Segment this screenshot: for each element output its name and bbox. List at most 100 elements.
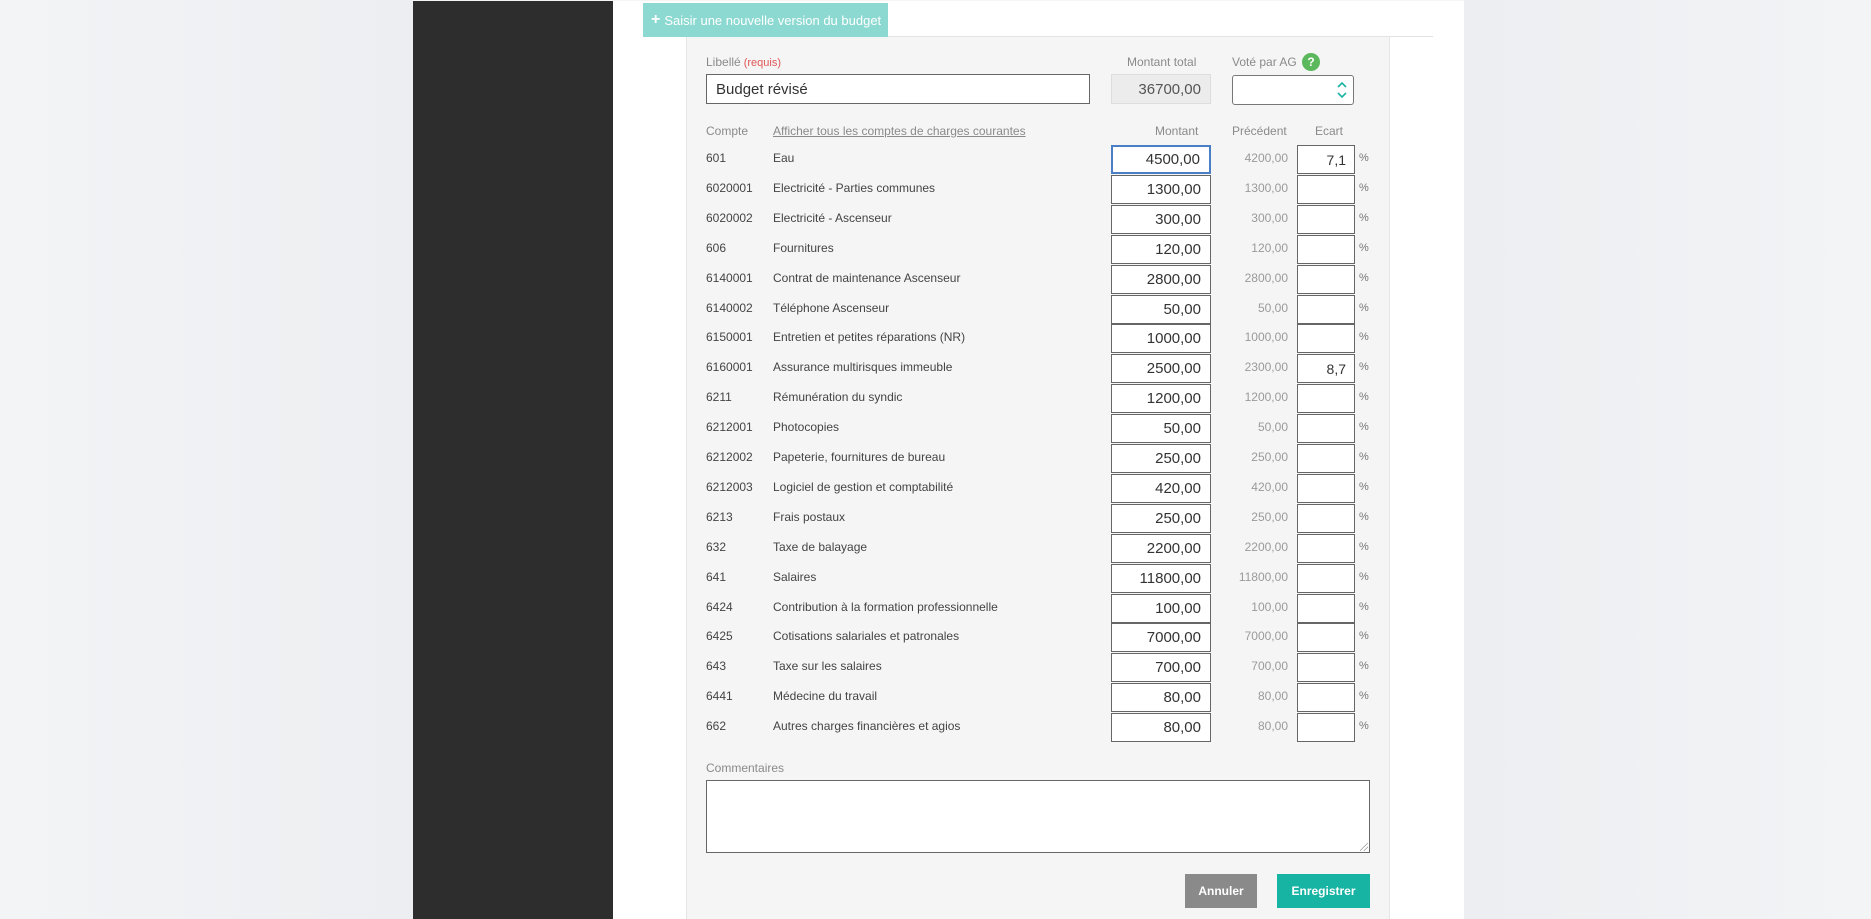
comments-textarea[interactable] (706, 780, 1370, 853)
amount-input[interactable]: 11800,00 (1111, 564, 1211, 593)
account-code: 662 (706, 719, 727, 733)
ecart-input[interactable] (1297, 265, 1355, 294)
percent-symbol: % (1359, 541, 1369, 553)
table-row: 601 Eau 4500,00 4200,00 7,1% (706, 143, 1376, 174)
table-row: 606 Fournitures 120,00 120,00% (706, 233, 1376, 264)
previous-amount: 1200,00 (1244, 390, 1288, 404)
amount-input[interactable]: 120,00 (1111, 235, 1211, 264)
ecart-input[interactable]: 7,1 (1297, 145, 1355, 174)
amount-input[interactable]: 2800,00 (1111, 265, 1211, 294)
ecart-input[interactable] (1297, 414, 1355, 443)
account-label: Contribution à la formation professionne… (773, 600, 998, 614)
amount-input[interactable]: 250,00 (1111, 444, 1211, 473)
previous-amount: 250,00 (1251, 450, 1288, 464)
account-label: Frais postaux (773, 510, 846, 524)
ecart-input[interactable] (1297, 295, 1355, 324)
ecart-input[interactable] (1297, 205, 1355, 234)
amount-input[interactable]: 1200,00 (1111, 384, 1211, 413)
account-label: Fournitures (773, 241, 834, 255)
ecart-input[interactable]: 8,7 (1297, 354, 1355, 383)
cancel-button[interactable]: Annuler (1185, 874, 1257, 908)
table-row: 6425 Cotisations salariales et patronales… (706, 621, 1376, 652)
account-code: 601 (706, 151, 727, 165)
table-row: 6212002 Papeterie, fournitures de bureau 2… (706, 442, 1376, 473)
total-amount: 36700,00 (1111, 74, 1211, 104)
ecart-input[interactable] (1297, 713, 1355, 742)
ecart-input[interactable] (1297, 534, 1355, 563)
new-budget-version-button[interactable]: + Saisir une nouvelle version du budget (643, 3, 888, 37)
voted-by-ag-select[interactable] (1232, 75, 1354, 105)
previous-amount: 80,00 (1257, 719, 1288, 733)
total-label: Montant total (1127, 55, 1197, 69)
table-row: 6020002 Electricité - Ascenseur 300,00 300,… (706, 203, 1376, 234)
dark-sidebar (413, 1, 613, 919)
account-label: Taxe de balayage (773, 540, 868, 554)
account-code: 6140002 (706, 301, 753, 315)
ecart-input[interactable] (1297, 623, 1355, 652)
table-row: 6424 Contribution à la formation professi… (706, 592, 1376, 623)
ecart-input[interactable] (1297, 474, 1355, 503)
table-row: 662 Autres charges financières et agios 80… (706, 711, 1376, 742)
column-header-montant: Montant (1155, 124, 1199, 138)
ecart-input[interactable] (1297, 504, 1355, 533)
save-button[interactable]: Enregistrer (1277, 874, 1370, 908)
ecart-input[interactable] (1297, 594, 1355, 623)
account-code: 6020002 (706, 211, 753, 225)
ecart-input[interactable] (1297, 175, 1355, 204)
percent-symbol: % (1359, 272, 1369, 284)
ecart-input[interactable] (1297, 653, 1355, 682)
amount-input[interactable]: 2500,00 (1111, 354, 1211, 383)
amount-input[interactable]: 2200,00 (1111, 534, 1211, 563)
account-label: Electricité - Ascenseur (773, 211, 892, 225)
account-label: Cotisations salariales et patronales (773, 629, 960, 643)
percent-symbol: % (1359, 421, 1369, 433)
previous-amount: 250,00 (1251, 510, 1288, 524)
account-label: Photocopies (773, 420, 840, 434)
ecart-input[interactable] (1297, 683, 1355, 712)
libelle-input[interactable]: Budget révisé (706, 74, 1090, 104)
account-code: 606 (706, 241, 727, 255)
plus-icon: + (651, 11, 661, 28)
help-icon[interactable]: ? (1302, 53, 1320, 71)
percent-symbol: % (1359, 601, 1369, 613)
account-label: Téléphone Ascenseur (773, 301, 890, 315)
amount-input[interactable]: 250,00 (1111, 504, 1211, 533)
amount-input[interactable]: 4500,00 (1111, 145, 1211, 174)
ecart-input[interactable] (1297, 324, 1355, 353)
table-row: 6140001 Contrat de maintenance Ascenseur 2… (706, 263, 1376, 294)
ecart-input[interactable] (1297, 564, 1355, 593)
previous-amount: 100,00 (1251, 600, 1288, 614)
table-row: 6160001 Assurance multirisques immeuble 25… (706, 352, 1376, 383)
amount-input[interactable]: 80,00 (1111, 713, 1211, 742)
percent-symbol: % (1359, 690, 1369, 702)
percent-symbol: % (1359, 182, 1369, 194)
percent-symbol: % (1359, 451, 1369, 463)
amount-input[interactable]: 700,00 (1111, 653, 1211, 682)
page-background-right (1464, 0, 1871, 919)
amount-input[interactable]: 300,00 (1111, 205, 1211, 234)
ecart-input[interactable] (1297, 235, 1355, 264)
amount-input[interactable]: 50,00 (1111, 295, 1211, 324)
table-row: 6020001 Electricité - Parties communes 130… (706, 173, 1376, 204)
amount-input[interactable]: 420,00 (1111, 474, 1211, 503)
amount-input[interactable]: 80,00 (1111, 683, 1211, 712)
percent-symbol: % (1359, 152, 1369, 164)
column-header-compte: Compte (706, 124, 749, 138)
ecart-input[interactable] (1297, 384, 1355, 413)
amount-input[interactable]: 100,00 (1111, 594, 1211, 623)
percent-symbol: % (1359, 660, 1369, 672)
libelle-label: Libellé (requis) (706, 55, 781, 69)
amount-input[interactable]: 1300,00 (1111, 175, 1211, 204)
show-all-accounts-link[interactable]: Afficher tous les comptes de charges cou… (773, 124, 1026, 138)
amount-input[interactable]: 50,00 (1111, 414, 1211, 443)
previous-amount: 2300,00 (1244, 360, 1288, 374)
previous-amount: 420,00 (1251, 480, 1288, 494)
amount-input[interactable]: 1000,00 (1111, 324, 1211, 353)
amount-input[interactable]: 7000,00 (1111, 623, 1211, 652)
previous-amount: 1000,00 (1244, 330, 1288, 344)
account-code: 632 (706, 540, 727, 554)
table-row: 6140002 Téléphone Ascenseur 50,00 50,00% (706, 293, 1376, 324)
ecart-input[interactable] (1297, 444, 1355, 473)
page-background-left (0, 0, 413, 919)
resize-grip-icon[interactable] (1360, 843, 1368, 851)
